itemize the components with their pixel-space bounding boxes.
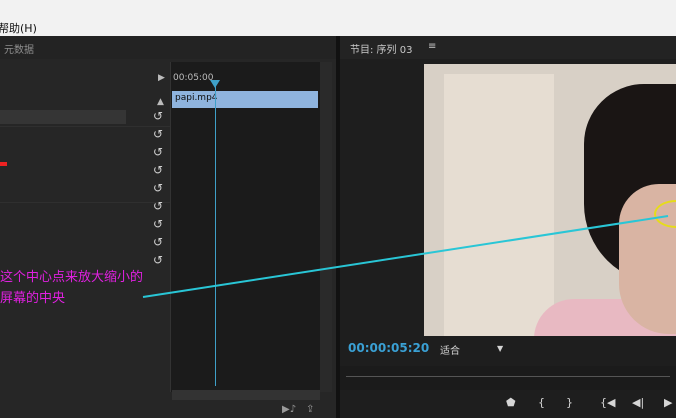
annotation-line2: 屏幕的中央: [0, 291, 66, 306]
annotation-arrow: [142, 215, 669, 298]
annotation-line1: 这个中心点来放大缩小的: [0, 270, 144, 285]
annotation-line: [142, 215, 669, 298]
